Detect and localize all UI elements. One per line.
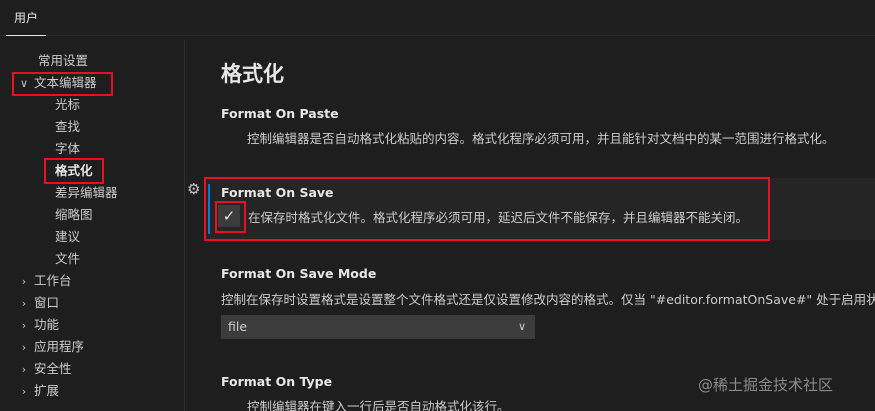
chevron-right-icon[interactable]: › xyxy=(18,293,30,315)
setting-description-format-on-save: 在保存时格式化文件。格式化程序必须可用，延迟后文件不能保存，并且编辑器不能关闭。 xyxy=(248,210,749,225)
chevron-right-icon[interactable]: › xyxy=(18,359,30,381)
tree-item-common[interactable]: 常用设置 xyxy=(38,50,88,72)
tree-item-label: 窗口 xyxy=(34,295,60,310)
tree-item-label: 查找 xyxy=(55,119,81,134)
focus-indicator xyxy=(208,184,210,234)
tree-item-label: 应用程序 xyxy=(34,339,85,354)
tree-item-cursor[interactable]: 光标 xyxy=(55,94,80,116)
tree-item-window[interactable]: › 窗口 xyxy=(18,292,59,314)
check-icon: ✓ xyxy=(222,207,236,225)
setting-description-format-on-save-mode: 控制在保存时设置格式是设置整个文件格式还是仅设置修改内容的格式。仅当 "#edi… xyxy=(221,292,875,307)
setting-title-format-on-type: Format On Type xyxy=(221,374,333,389)
tree-item-label: 扩展 xyxy=(34,383,60,398)
tree-item-minimap[interactable]: 缩略图 xyxy=(55,204,93,226)
chevron-right-icon[interactable]: › xyxy=(18,381,30,403)
tree-item-label: 光标 xyxy=(55,97,81,112)
format-on-save-mode-select[interactable]: file ∨ xyxy=(221,315,535,339)
chevron-right-icon[interactable]: › xyxy=(18,337,30,359)
setting-title-format-on-paste: Format On Paste xyxy=(221,106,339,121)
tree-item-text-editor[interactable]: ∨ 文本编辑器 xyxy=(18,72,97,94)
tree-item-suggestions[interactable]: 建议 xyxy=(55,226,80,248)
chevron-down-icon[interactable]: ∨ xyxy=(18,73,30,95)
chevron-down-icon: ∨ xyxy=(517,320,526,333)
tree-item-security[interactable]: › 安全性 xyxy=(18,358,72,380)
format-on-save-checkbox[interactable]: ✓ xyxy=(218,205,240,227)
tree-item-font[interactable]: 字体 xyxy=(55,138,80,160)
watermark: @稀土掘金技术社区 xyxy=(698,376,834,394)
tree-item-label: 工作台 xyxy=(34,273,72,288)
chevron-right-icon[interactable]: › xyxy=(18,271,30,293)
select-value: file xyxy=(228,319,248,334)
tree-item-features[interactable]: › 功能 xyxy=(18,314,59,336)
setting-title-format-on-save: Format On Save xyxy=(221,185,334,200)
tree-item-label: 建议 xyxy=(55,229,81,244)
tree-item-formatting[interactable]: 格式化 xyxy=(55,160,93,182)
tree-item-label: 安全性 xyxy=(34,361,72,376)
tree-item-label: 差异编辑器 xyxy=(55,185,118,200)
setting-title-format-on-save-mode: Format On Save Mode xyxy=(221,266,377,281)
tree-item-label: 缩略图 xyxy=(55,207,93,222)
gear-icon[interactable]: ⚙ xyxy=(187,181,203,197)
tree-item-extensions[interactable]: › 扩展 xyxy=(18,380,59,402)
tree-item-label: 文件 xyxy=(55,251,81,266)
tree-item-label: 功能 xyxy=(34,317,60,332)
tree-item-workbench[interactable]: › 工作台 xyxy=(18,270,72,292)
setting-description-format-on-type: 控制编辑器在键入一行后是否自动格式化该行。 xyxy=(247,399,510,411)
tab-user[interactable]: 用户 xyxy=(6,8,47,36)
settings-tree: 常用设置 ∨ 文本编辑器 光标 查找 字体 格式化 差异编辑器 缩略图 建议 文件… xyxy=(0,40,185,411)
tree-item-diff-editor[interactable]: 差异编辑器 xyxy=(55,182,118,204)
tree-item-label: 文本编辑器 xyxy=(34,75,97,90)
settings-editor: 格式化 Format On Paste 控制编辑器是否自动格式化粘贴的内容。格式… xyxy=(185,40,875,411)
tree-item-find[interactable]: 查找 xyxy=(55,116,80,138)
setting-description-format-on-paste: 控制编辑器是否自动格式化粘贴的内容。格式化程序必须可用，并且能针对文档中的某一范… xyxy=(247,131,835,146)
tree-item-label: 常用设置 xyxy=(38,53,89,68)
tree-item-label: 格式化 xyxy=(55,163,93,178)
tree-item-files[interactable]: 文件 xyxy=(55,248,80,270)
chevron-right-icon[interactable]: › xyxy=(18,315,30,337)
tree-item-application[interactable]: › 应用程序 xyxy=(18,336,84,358)
section-title: 格式化 xyxy=(221,62,284,86)
settings-tab-bar: 用户 xyxy=(0,0,875,36)
tree-item-label: 字体 xyxy=(55,141,81,156)
